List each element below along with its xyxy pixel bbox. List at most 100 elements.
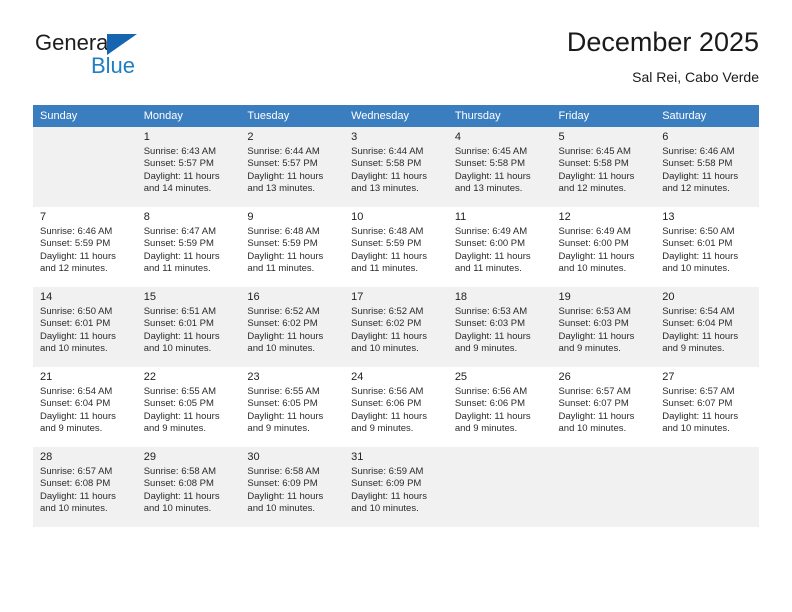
day-sun-info: Sunrise: 6:56 AM Sunset: 6:06 PM Daylight:… [351, 386, 443, 436]
day-info-line: Daylight: 11 hours [662, 250, 739, 262]
day-sun-info: Sunrise: 6:51 AM Sunset: 6:01 PM Daylight:… [144, 306, 236, 356]
calendar-day-cell[interactable]: 8 Sunrise: 6:47 AM Sunset: 5:59 PM Daylight… [136, 207, 241, 287]
calendar-day-cell[interactable]: 22 Sunrise: 6:55 AM Sunset: 6:05 PM Dayligh… [136, 367, 241, 447]
calendar-day-cell[interactable]: 1 Sunrise: 6:43 AM Sunset: 5:57 PM Daylight… [136, 127, 241, 207]
day-info-line: Sunrise: 6:54 AM [40, 386, 113, 397]
day-info-line: Daylight: 11 hours [558, 170, 635, 182]
calendar-day-cell[interactable]: 7 Sunrise: 6:46 AM Sunset: 5:59 PM Daylight… [33, 207, 137, 287]
day-info-line: Sunset: 6:02 PM [247, 318, 318, 330]
day-info-line: Sunrise: 6:58 AM [143, 466, 217, 477]
calendar-day-cell[interactable]: 23 Sunrise: 6:55 AM Sunset: 6:05 PM Dayligh… [240, 367, 345, 447]
calendar-day-cell[interactable]: 13 Sunrise: 6:50 AM Sunset: 6:01 PM Dayligh… [655, 207, 759, 287]
day-sun-info: Sunrise: 6:57 AM Sunset: 6:07 PM Daylight:… [662, 386, 754, 436]
calendar-day-cell[interactable]: 9 Sunrise: 6:48 AM Sunset: 5:59 PM Daylight… [240, 207, 345, 287]
calendar-day-cell[interactable]: 24 Sunrise: 6:56 AM Sunset: 6:06 PM Dayligh… [344, 367, 448, 447]
day-info-line: Sunrise: 6:53 AM [454, 306, 528, 317]
day-sun-info: Sunrise: 6:55 AM Sunset: 6:05 PM Daylight:… [144, 386, 236, 436]
day-cell-content: 31 Sunrise: 6:59 AM Sunset: 6:09 PM Dayligh… [344, 447, 448, 527]
day-cell-content: 12 Sunrise: 6:49 AM Sunset: 6:00 PM Dayligh… [551, 207, 656, 287]
day-info-line: and 10 minutes. [143, 343, 212, 355]
calendar-day-cell[interactable]: 25 Sunrise: 6:56 AM Sunset: 6:06 PM Dayligh… [447, 367, 552, 447]
day-info-line: Sunrise: 6:43 AM [143, 146, 217, 157]
day-cell-content: 30 Sunrise: 6:58 AM Sunset: 6:09 PM Dayligh… [240, 447, 345, 527]
calendar-day-cell[interactable]: 11 Sunrise: 6:49 AM Sunset: 6:00 PM Dayligh… [447, 207, 552, 287]
weekday-header-saturday: Saturday [655, 105, 759, 127]
day-sun-info: Sunrise: 6:53 AM Sunset: 6:03 PM Daylight:… [559, 306, 651, 356]
page-header: General Blue December 2025 Sal Rei, Cabo… [33, 26, 759, 98]
day-info-line: Sunset: 5:58 PM [558, 158, 629, 170]
calendar-day-cell[interactable]: 31 Sunrise: 6:59 AM Sunset: 6:09 PM Dayligh… [344, 447, 448, 527]
day-info-line: Sunrise: 6:44 AM [351, 146, 424, 157]
day-sun-info: Sunrise: 6:49 AM Sunset: 6:00 PM Daylight:… [455, 226, 547, 276]
day-number: 16 [247, 291, 260, 303]
day-sun-info: Sunrise: 6:48 AM Sunset: 5:59 PM Daylight:… [247, 226, 339, 276]
day-info-line: Daylight: 11 hours [247, 250, 324, 262]
day-info-line: Daylight: 11 hours [351, 330, 427, 342]
day-info-line: Sunrise: 6:44 AM [247, 146, 320, 157]
calendar-day-cell[interactable]: 3 Sunrise: 6:44 AM Sunset: 5:58 PM Daylight… [344, 127, 448, 207]
calendar-day-cell[interactable]: 15 Sunrise: 6:51 AM Sunset: 6:01 PM Dayligh… [136, 287, 241, 367]
day-info-line: Sunset: 6:02 PM [351, 318, 422, 330]
day-info-line: and 13 minutes. [454, 183, 523, 195]
day-info-line: Daylight: 11 hours [247, 330, 324, 342]
calendar-day-cell[interactable]: 6 Sunrise: 6:46 AM Sunset: 5:58 PM Daylight… [655, 127, 759, 207]
day-info-line: Sunset: 6:08 PM [143, 478, 214, 490]
day-sun-info: Sunrise: 6:45 AM Sunset: 5:58 PM Daylight:… [455, 146, 547, 196]
day-sun-info: Sunrise: 6:58 AM Sunset: 6:09 PM Daylight:… [247, 466, 339, 516]
day-cell-content: 10 Sunrise: 6:48 AM Sunset: 5:59 PM Dayligh… [344, 207, 448, 287]
day-info-line: and 9 minutes. [558, 343, 621, 355]
day-info-line: Daylight: 11 hours [662, 410, 739, 422]
calendar-day-cell[interactable]: 5 Sunrise: 6:45 AM Sunset: 5:58 PM Daylight… [551, 127, 656, 207]
calendar-day-cell[interactable]: 14 Sunrise: 6:50 AM Sunset: 6:01 PM Dayligh… [33, 287, 137, 367]
day-info-line: Sunrise: 6:52 AM [351, 306, 424, 317]
calendar-day-cell[interactable]: 12 Sunrise: 6:49 AM Sunset: 6:00 PM Dayligh… [551, 207, 656, 287]
calendar-day-cell[interactable]: 26 Sunrise: 6:57 AM Sunset: 6:07 PM Dayligh… [551, 367, 656, 447]
day-info-line: Daylight: 11 hours [143, 170, 220, 182]
day-number: 31 [351, 451, 364, 463]
calendar-day-cell[interactable]: 29 Sunrise: 6:58 AM Sunset: 6:08 PM Dayligh… [136, 447, 241, 527]
calendar-day-cell[interactable]: 2 Sunrise: 6:44 AM Sunset: 5:57 PM Daylight… [240, 127, 345, 207]
calendar-day-cell[interactable]: 21 Sunrise: 6:54 AM Sunset: 6:04 PM Dayligh… [33, 367, 137, 447]
calendar-day-cell[interactable]: 20 Sunrise: 6:54 AM Sunset: 6:04 PM Dayligh… [655, 287, 759, 367]
calendar-day-cell[interactable]: 30 Sunrise: 6:58 AM Sunset: 6:09 PM Dayligh… [240, 447, 345, 527]
day-sun-info: Sunrise: 6:52 AM Sunset: 6:02 PM Daylight:… [351, 306, 443, 356]
calendar-day-cell[interactable]: 16 Sunrise: 6:52 AM Sunset: 6:02 PM Dayligh… [240, 287, 345, 367]
day-cell-content: 14 Sunrise: 6:50 AM Sunset: 6:01 PM Dayligh… [33, 287, 137, 367]
day-info-line: Daylight: 11 hours [143, 330, 220, 342]
day-info-line: Sunset: 6:09 PM [247, 478, 318, 490]
calendar-day-cell[interactable]: 17 Sunrise: 6:52 AM Sunset: 6:02 PM Dayligh… [344, 287, 448, 367]
day-info-line: and 13 minutes. [247, 183, 316, 195]
day-cell-content: 13 Sunrise: 6:50 AM Sunset: 6:01 PM Dayligh… [655, 207, 759, 287]
day-info-line: Sunrise: 6:50 AM [40, 306, 113, 317]
day-info-line: Sunrise: 6:56 AM [454, 386, 528, 397]
calendar-day-cell[interactable]: 19 Sunrise: 6:53 AM Sunset: 6:03 PM Dayligh… [551, 287, 656, 367]
day-info-line: Sunset: 6:03 PM [454, 318, 526, 330]
day-number: 26 [558, 371, 571, 383]
calendar-day-cell[interactable]: 18 Sunrise: 6:53 AM Sunset: 6:03 PM Dayligh… [447, 287, 552, 367]
day-info-line: Sunset: 5:57 PM [247, 158, 318, 170]
calendar-day-cell[interactable]: 10 Sunrise: 6:48 AM Sunset: 5:59 PM Dayligh… [344, 207, 448, 287]
day-info-line: Daylight: 11 hours [558, 410, 635, 422]
calendar-day-cell [551, 447, 656, 527]
day-info-line: Sunrise: 6:53 AM [558, 306, 631, 317]
logo-triangle-icon [107, 34, 137, 55]
day-cell-content: 6 Sunrise: 6:46 AM Sunset: 5:58 PM Daylight… [655, 127, 759, 207]
day-info-line: and 12 minutes. [558, 183, 627, 195]
calendar-day-cell[interactable]: 27 Sunrise: 6:57 AM Sunset: 6:07 PM Dayligh… [655, 367, 759, 447]
day-info-line: Daylight: 11 hours [40, 410, 116, 422]
calendar-day-cell[interactable]: 4 Sunrise: 6:45 AM Sunset: 5:58 PM Daylight… [447, 127, 552, 207]
day-sun-info: Sunrise: 6:54 AM Sunset: 6:04 PM Daylight:… [662, 306, 754, 356]
day-info-line: Sunrise: 6:51 AM [143, 306, 217, 317]
day-info-line: Sunrise: 6:46 AM [40, 226, 113, 237]
day-info-line: Sunset: 6:09 PM [351, 478, 422, 490]
day-sun-info: Sunrise: 6:58 AM Sunset: 6:08 PM Daylight:… [144, 466, 236, 516]
day-sun-info: Sunrise: 6:57 AM Sunset: 6:07 PM Daylight:… [559, 386, 651, 436]
logo[interactable]: General Blue [33, 26, 263, 86]
day-number: 15 [143, 291, 156, 303]
day-number: 18 [454, 291, 468, 303]
calendar-day-cell[interactable]: 28 Sunrise: 6:57 AM Sunset: 6:08 PM Dayligh… [33, 447, 137, 527]
day-info-line: Sunset: 6:00 PM [454, 238, 526, 250]
day-cell-content: 28 Sunrise: 6:57 AM Sunset: 6:08 PM Dayligh… [33, 447, 137, 527]
day-info-line: Sunset: 5:57 PM [143, 158, 214, 170]
day-info-line: Sunset: 6:05 PM [247, 398, 318, 410]
